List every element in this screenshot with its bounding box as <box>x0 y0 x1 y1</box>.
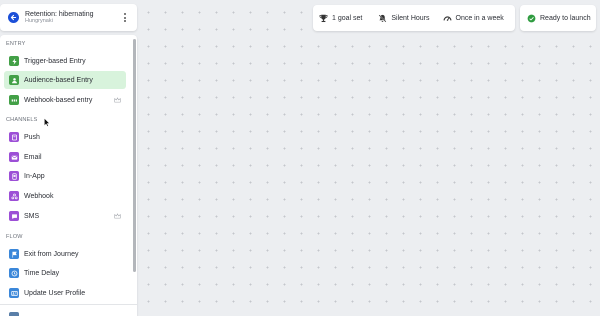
sidebar-item-label: Update User Profile <box>24 289 86 297</box>
ready-to-launch-status[interactable]: Ready to launch <box>527 14 591 23</box>
crown-icon <box>114 213 121 219</box>
journey-title: Retention: hibernating <box>25 10 94 18</box>
trophy-icon <box>319 14 328 22</box>
bell-off-icon <box>379 14 387 22</box>
goal-setting-label: 1 goal set <box>332 14 363 22</box>
sidebar-item-update-user-profile[interactable]: Update User Profile <box>4 284 126 302</box>
sidebar-item-push[interactable]: Push <box>4 128 126 146</box>
sidebar-item-label: Push <box>24 133 40 141</box>
email-icon <box>9 152 19 162</box>
journey-settings-bar: 1 goal set Silent Hours Once in a week <box>313 5 515 31</box>
sidebar-divider <box>0 304 137 305</box>
journey-header: Retention: hibernating Hungrynaki <box>0 4 137 31</box>
sidebar-item-label: In-App <box>24 172 45 180</box>
sidebar-item-label: Trigger-based Entry <box>24 57 86 65</box>
back-button[interactable] <box>8 12 19 23</box>
sidebar-item-label: Time Delay <box>24 269 60 277</box>
launch-status-bar[interactable]: Ready to launch <box>520 5 596 31</box>
status-label: Ready to launch <box>540 14 591 22</box>
sms-icon <box>9 211 19 221</box>
sidebar-item-trigger-based-entry[interactable]: Trigger-based Entry <box>4 52 126 70</box>
sidebar-item-email[interactable]: Email <box>4 148 126 166</box>
mouse-cursor-icon <box>44 118 50 127</box>
push-icon <box>9 132 19 142</box>
sidebar-item-webhook-based-entry[interactable]: Webhook-based entry <box>4 91 126 109</box>
section-label-entry: ENTRY <box>6 41 26 47</box>
section-label-channels: CHANNELS <box>6 117 38 123</box>
arrow-left-icon <box>10 14 17 21</box>
frequency-button[interactable]: Once in a week <box>443 14 504 23</box>
silent-hours-button[interactable]: Silent Hours <box>378 14 430 23</box>
sidebar-item-in-app[interactable]: In-App <box>4 167 126 185</box>
frequency-label: Once in a week <box>455 14 504 22</box>
sidebar-item-sms[interactable]: SMS <box>4 207 126 225</box>
crown-icon <box>114 97 121 103</box>
sidebar-item-webhook[interactable]: Webhook <box>4 187 126 205</box>
sidebar-item-label: Webhook-based entry <box>24 96 93 104</box>
partially-visible-item-icon[interactable] <box>9 312 19 316</box>
sidebar-item-label: Audience-based Entry <box>24 76 93 84</box>
flag-icon <box>9 249 19 259</box>
sidebar-scrollbar[interactable] <box>133 39 136 272</box>
journey-subtitle: Hungrynaki <box>25 17 53 24</box>
api-icon <box>9 95 19 105</box>
audience-icon <box>9 75 19 85</box>
sidebar-item-exit-from-journey[interactable]: Exit from Journey <box>4 245 126 263</box>
profile-icon <box>9 288 19 298</box>
goal-setting-button[interactable]: 1 goal set <box>319 14 362 23</box>
node-palette-sidebar: ENTRY Trigger-based Entry Audience-based… <box>0 35 137 316</box>
sidebar-item-audience-based-entry[interactable]: Audience-based Entry <box>4 71 126 89</box>
sidebar-item-label: Exit from Journey <box>24 250 79 258</box>
sidebar-item-time-delay[interactable]: Time Delay <box>4 264 126 282</box>
sidebar-item-label: Webhook <box>24 192 54 200</box>
more-options-icon[interactable] <box>120 11 130 25</box>
clock-icon <box>9 268 19 278</box>
lightning-icon <box>9 56 19 66</box>
gauge-icon <box>443 16 451 21</box>
sidebar-item-label: SMS <box>24 212 40 220</box>
silent-hours-label: Silent Hours <box>391 14 430 22</box>
check-circle-icon <box>527 14 536 22</box>
sidebar-item-label: Email <box>24 153 42 161</box>
webhook-icon <box>9 191 19 201</box>
section-label-flow: FLOW <box>6 234 23 240</box>
in-app-icon <box>9 171 19 181</box>
